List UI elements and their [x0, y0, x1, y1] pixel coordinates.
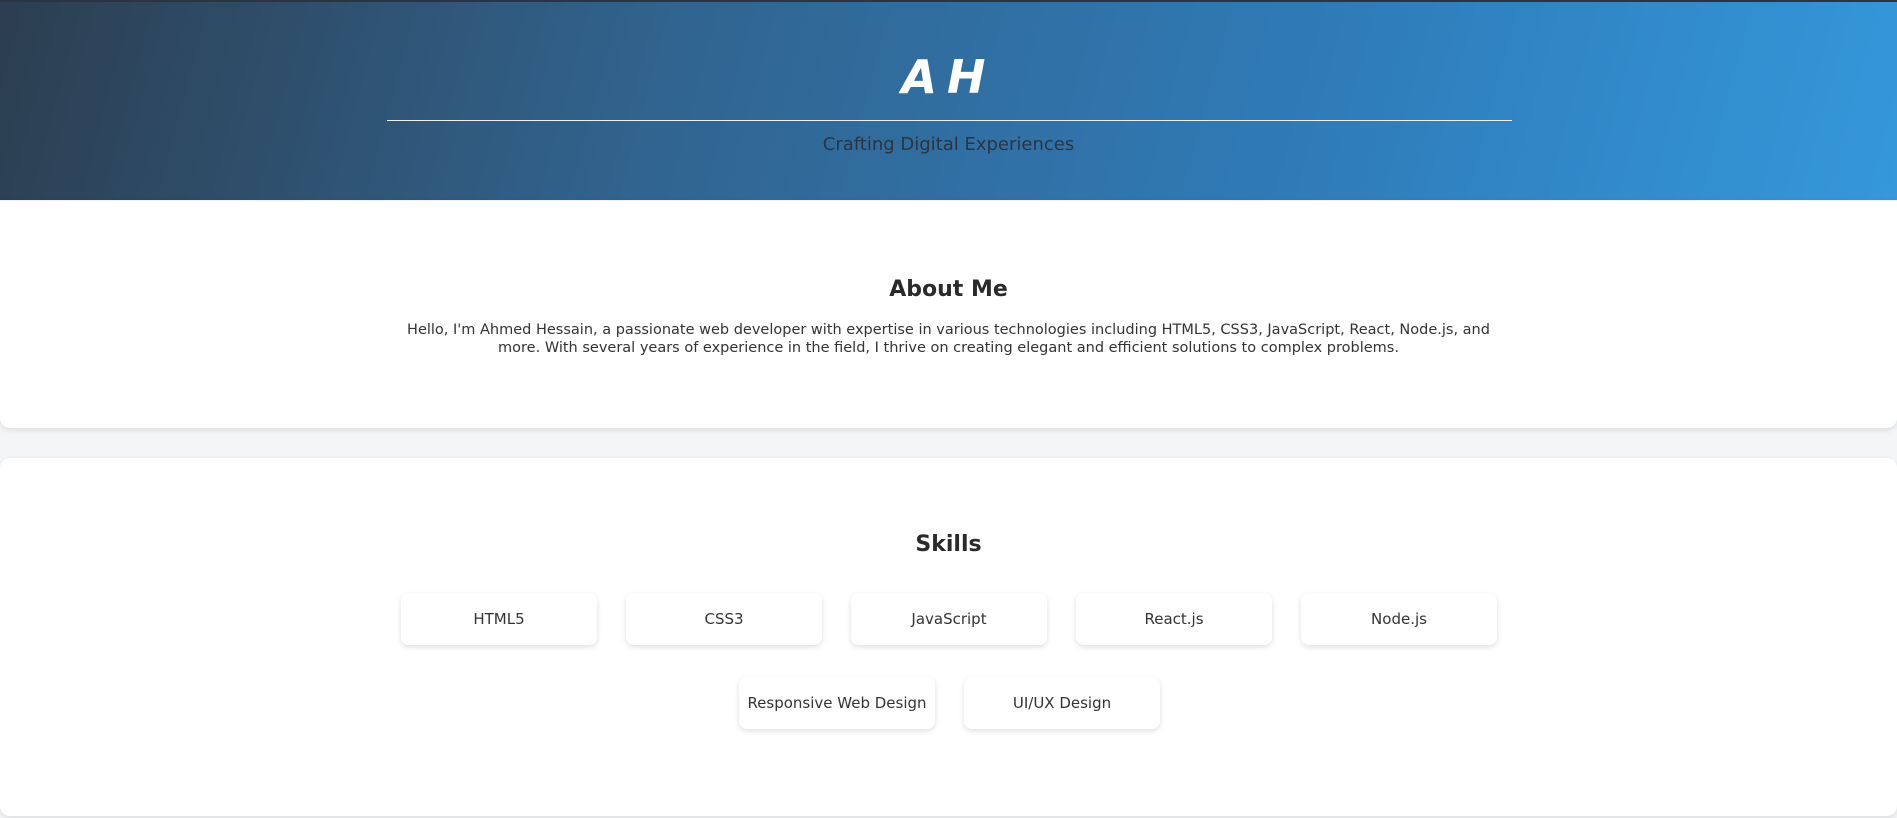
skill-card-node: Node.js	[1301, 593, 1497, 645]
site-logo: AH	[901, 50, 996, 104]
about-title: About Me	[889, 277, 1008, 302]
skill-label: Node.js	[1371, 610, 1427, 628]
about-text: Hello, I'm Ahmed Hessain, a passionate w…	[407, 322, 1490, 356]
skill-label: Responsive Web Design	[747, 694, 927, 712]
skills-section: Skills HTML5 CSS3 JavaScript React.js No…	[0, 458, 1897, 816]
skill-label: HTML5	[473, 610, 525, 628]
about-section: About Me Hello, I'm Ahmed Hessain, a pas…	[0, 201, 1897, 428]
site-tagline: Crafting Digital Experiences	[822, 134, 1075, 155]
skill-label: CSS3	[704, 610, 744, 628]
skill-card-css3: CSS3	[626, 593, 822, 645]
skill-card-html5: HTML5	[401, 593, 597, 645]
skill-card-javascript: JavaScript	[851, 593, 1047, 645]
skill-label: JavaScript	[911, 610, 987, 628]
skill-card-responsive-web-design: Responsive Web Design	[739, 677, 935, 729]
skills-title: Skills	[915, 532, 982, 557]
skill-label: UI/UX Design	[1012, 694, 1112, 712]
header-divider	[387, 120, 1512, 121]
skill-card-react: React.js	[1076, 593, 1272, 645]
skill-card-ui-ux-design: UI/UX Design	[964, 677, 1160, 729]
skill-label: React.js	[1144, 610, 1204, 628]
site-header: AH Crafting Digital Experiences	[0, 0, 1897, 200]
